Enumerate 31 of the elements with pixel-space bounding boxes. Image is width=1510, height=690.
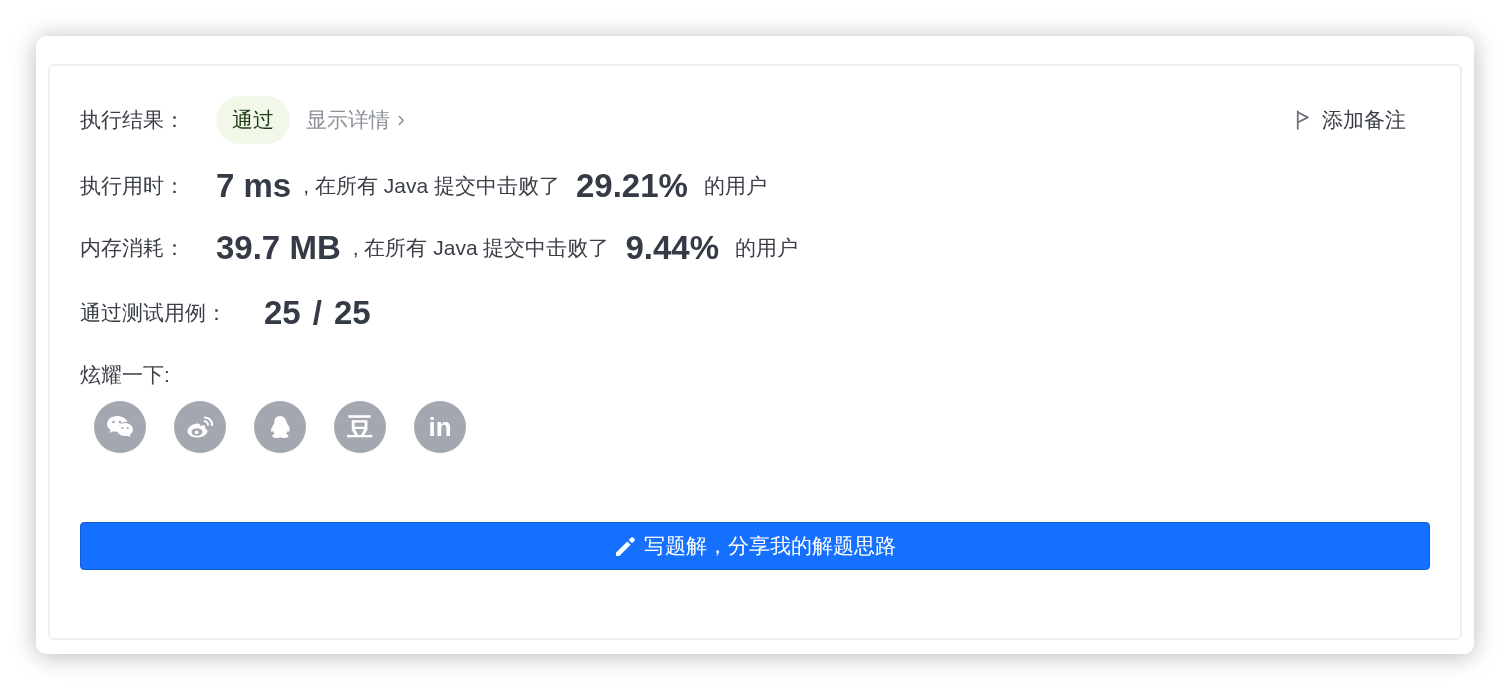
test-cases-label: 通过测试用例： [80,300,228,327]
stat-suffix: 的用户 [703,173,767,200]
status-badge: 通过 [216,96,290,144]
share-label: 炫耀一下: [80,362,170,389]
passed-count: 25 [264,293,301,334]
share-button[interactable]: in [414,401,466,453]
chat-bubbles-icon [106,415,134,439]
stat-suffix: 的用户 [735,235,798,262]
share-button[interactable] [94,401,146,453]
stat-label: 执行用时： [80,173,186,200]
stat-text: , 在所有 Java 提交中击败了 [303,173,560,200]
pencil-icon [614,535,636,557]
write-solution-button[interactable]: 写题解，分享我的解题思路 [80,522,1430,570]
flag-icon [1296,110,1310,130]
stat-value: 7 ms [216,166,292,207]
add-note-button[interactable]: 添加备注 [1296,104,1406,136]
penguin-icon [269,415,291,439]
share-button[interactable] [254,401,306,453]
stat-percent: 29.21% [575,166,688,207]
details-link[interactable]: 显示详情 [306,104,405,136]
result-label: 执行结果： [80,107,186,134]
stat-label: 内存消耗： [80,235,186,262]
share-button[interactable]: 豆 [334,401,386,453]
eye-waves-icon [186,415,214,439]
total-count: 25 [333,293,371,334]
stat-percent: 9.44% [625,228,719,269]
share-button[interactable] [174,401,226,453]
stat-value: 39.7 MB [216,228,341,269]
separator: / [312,293,322,334]
chevron-right-icon [398,114,405,126]
stat-text: , 在所有 Java 提交中击败了 [352,235,610,262]
